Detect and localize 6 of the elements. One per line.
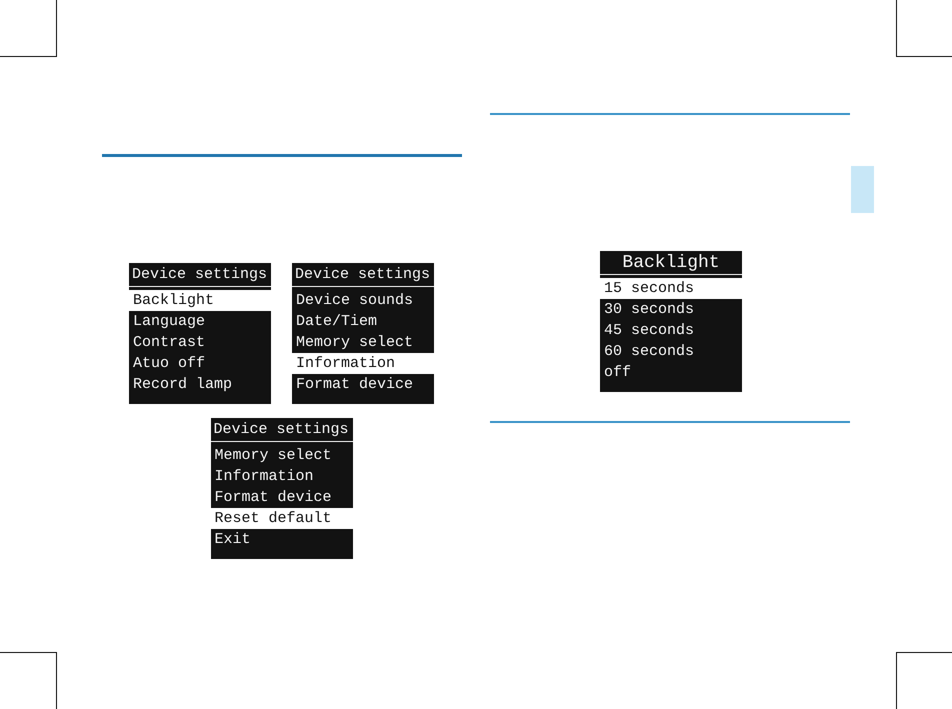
crop-mark (0, 652, 57, 709)
crop-mark (896, 652, 952, 709)
thumb-index-marker (851, 166, 874, 213)
crop-mark (0, 0, 57, 57)
screen-title: Backlight (600, 251, 742, 275)
crop-mark (896, 0, 952, 57)
